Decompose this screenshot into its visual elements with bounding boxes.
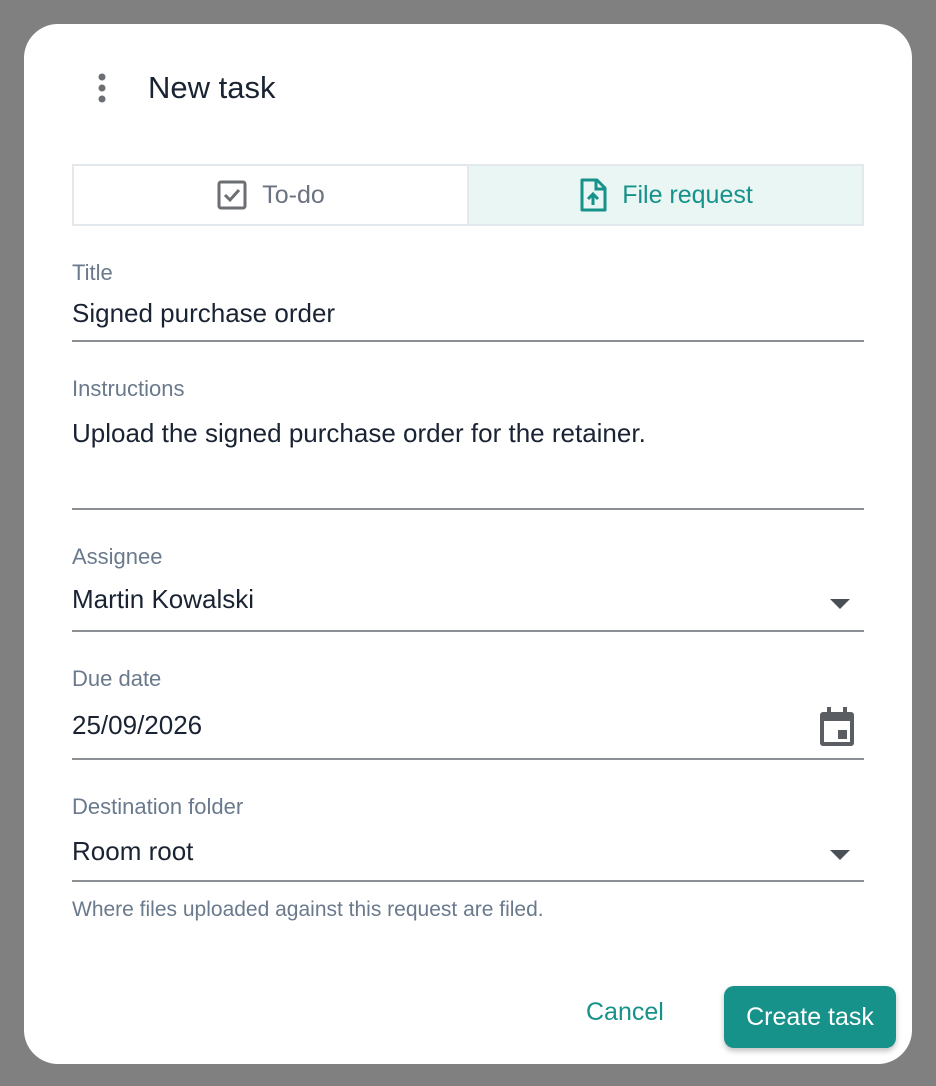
due-date-field[interactable]: Due date 25/09/2026 [72,666,864,760]
instructions-field[interactable]: Instructions Upload the signed purchase … [72,376,864,510]
destination-helper-text: Where files uploaded against this reques… [72,898,544,921]
due-date-underline [72,758,864,760]
assignee-select[interactable]: Martin Kowalski [72,584,864,614]
instructions-textarea[interactable]: Upload the signed purchase order for the… [72,418,864,448]
task-type-file-request[interactable]: File request [469,166,862,224]
calendar-icon[interactable] [818,706,856,748]
title-label: Title [72,260,113,285]
destination-underline [72,880,864,882]
task-type-todo[interactable]: To-do [74,166,469,224]
checkbox-icon [217,180,247,210]
assignee-field[interactable]: Assignee Martin Kowalski [72,544,864,632]
task-type-todo-label: To-do [262,180,325,209]
title-field[interactable]: Title Signed purchase order [72,260,864,342]
due-date-label: Due date [72,666,162,691]
assignee-dropdown-arrow-icon[interactable] [830,599,850,609]
title-underline [72,340,864,342]
new-task-dialog: New task To-do File request Title Signed… [24,24,912,1064]
assignee-label: Assignee [72,544,163,569]
destination-folder-field[interactable]: Destination folder Room root Where files… [72,794,864,944]
destination-dropdown-arrow-icon[interactable] [830,850,850,860]
create-task-button[interactable]: Create task [724,986,896,1048]
task-type-toggle: To-do File request [72,164,864,226]
destination-folder-label: Destination folder [72,794,244,819]
cancel-button[interactable]: Cancel [586,998,664,1027]
more-vert-icon [98,73,106,103]
task-type-file-request-label: File request [622,180,753,209]
more-options-button[interactable] [82,68,122,108]
title-input[interactable]: Signed purchase order [72,298,864,328]
assignee-underline [72,630,864,632]
file-upload-icon [580,178,607,212]
dialog-title: New task [148,70,276,105]
due-date-input[interactable]: 25/09/2026 [72,710,864,740]
dialog-header: New task [24,24,912,154]
instructions-label: Instructions [72,376,185,401]
destination-folder-select[interactable]: Room root [72,836,864,866]
instructions-underline [72,508,864,510]
